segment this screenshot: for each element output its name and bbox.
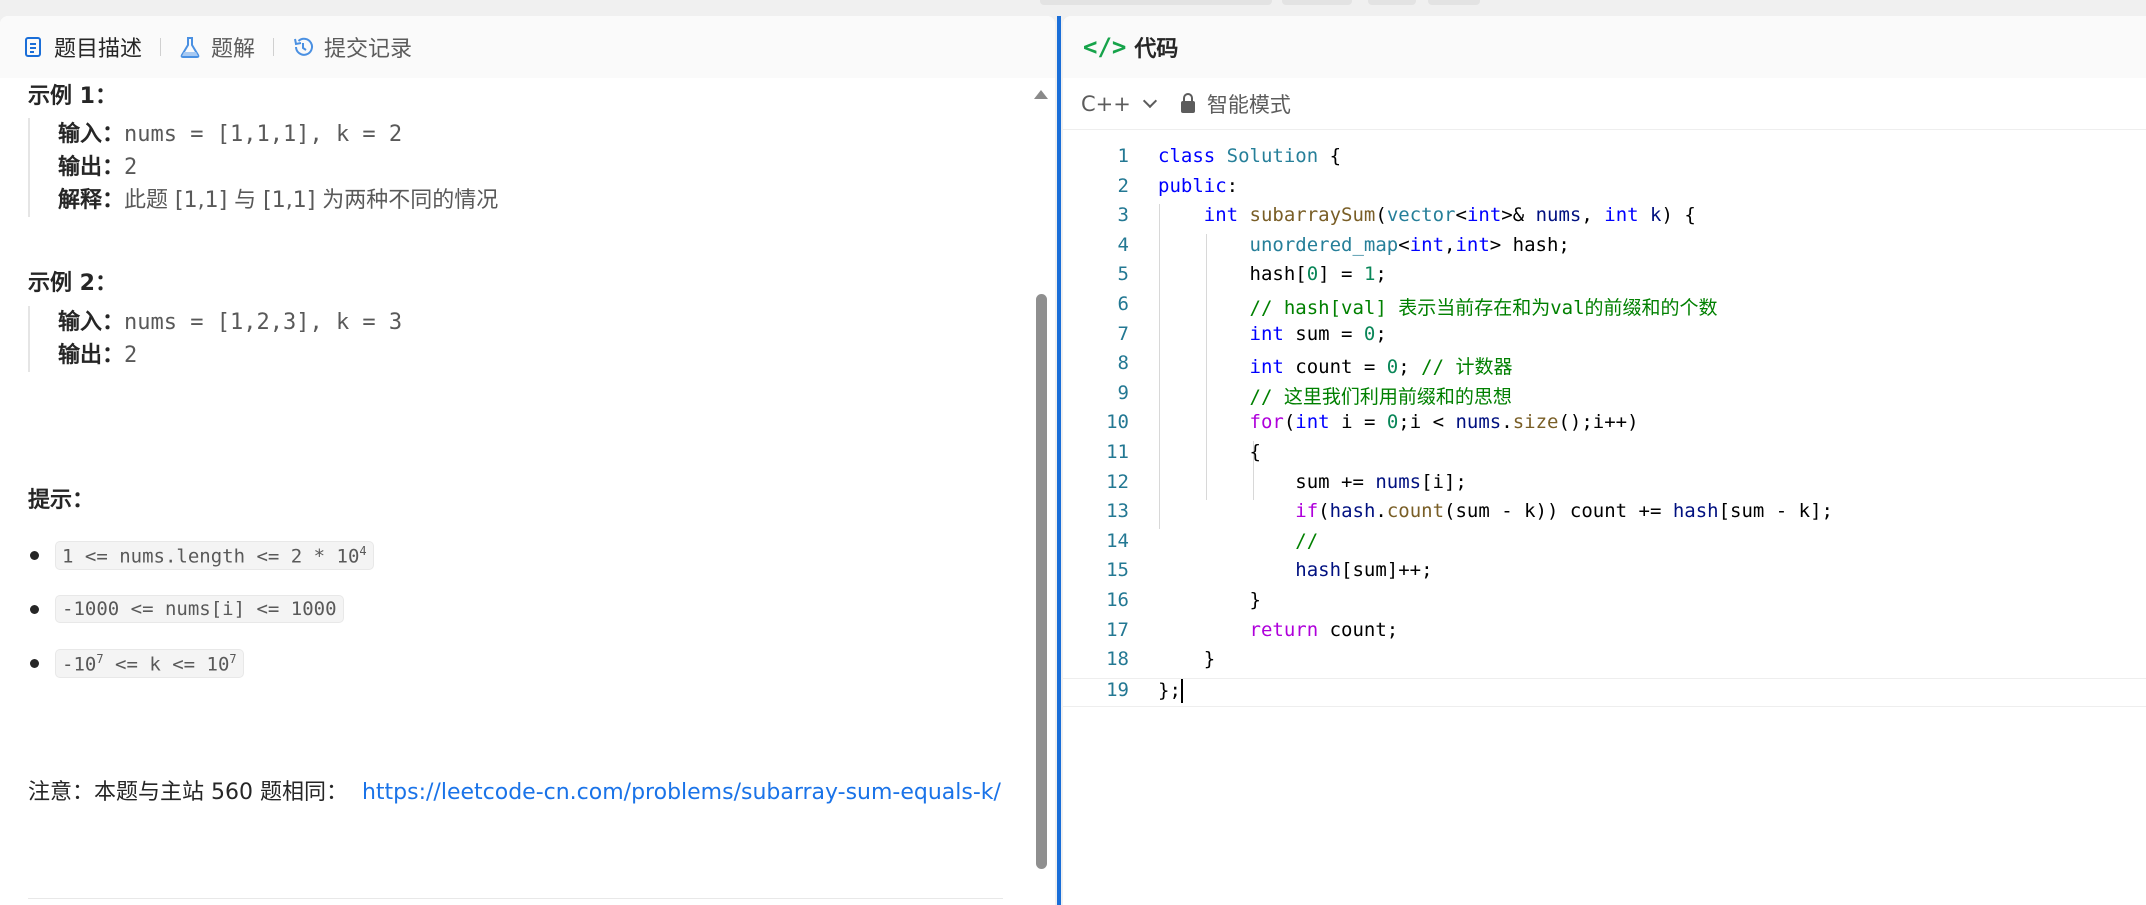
example-2-input-label: 输入： <box>58 310 125 335</box>
flask-icon <box>179 36 201 58</box>
tab-solutions-label: 题解 <box>211 36 256 62</box>
tip-code: -107 <= k <= 107 <box>55 649 244 679</box>
code-line: 1 class Solution { <box>1117 145 1342 167</box>
scrollbar-thumb[interactable] <box>1036 294 1047 869</box>
problem-tabs: 题目描述 题解 提交记录 <box>0 16 1055 78</box>
code-line: 12 sum += nums[i]; <box>1106 470 1467 493</box>
code-line: 17 return count; <box>1106 618 1399 641</box>
example-2-output-label: 输出： <box>58 343 125 368</box>
tips-title: 提示： <box>28 488 95 513</box>
tab-submissions[interactable]: 提交记录 <box>292 31 412 63</box>
code-line: 9 // 这里我们利用前缀和的思想 <box>1117 381 1512 408</box>
bullet-dot <box>30 551 39 561</box>
code-line: 3 int subarraySum(vector<int>& nums, int… <box>1117 204 1696 227</box>
tip-code: -1000 <= nums[i] <= 1000 <box>55 595 344 623</box>
code-line: 5 hash[0] = 1; <box>1117 263 1387 286</box>
code-editor[interactable]: 1 class Solution { 2 public: 3 int subarra… <box>1063 145 2146 905</box>
code-line: 4 unordered_map<int,int> hash; <box>1117 233 1570 256</box>
panel-splitter[interactable] <box>1057 16 1061 905</box>
lock-icon <box>1180 92 1195 113</box>
example-1-input-label: 输入： <box>58 122 125 147</box>
problem-link[interactable]: https://leetcode-cn.com/problems/subarra… <box>362 780 1001 805</box>
scroll-up-arrow[interactable] <box>1034 90 1048 99</box>
tip-code: 1 <= nums.length <= 2 * 104 <box>55 541 374 571</box>
tab-divider <box>273 37 275 56</box>
code-line: 2 public: <box>1117 174 1239 197</box>
code-line: 6 // hash[val] 表示当前存在和为val的前缀和的个数 <box>1117 293 1718 319</box>
document-icon <box>22 36 44 58</box>
editor-toolbar: C++ 智能模式 <box>1063 78 2146 130</box>
bullet-dot <box>30 604 39 614</box>
code-line: 16 } <box>1106 589 1261 611</box>
code-panel: </> 代码 C++ 智能模式 1 class Solution { 2 publi… <box>1063 16 2146 905</box>
tab-description-label: 题目描述 <box>54 36 143 62</box>
chevron-down-icon <box>1142 93 1157 108</box>
problem-panel: 题目描述 题解 提交记录 示例 1： 输入：nums = [1,1,1], k … <box>0 16 1055 905</box>
tip-item: 1 <= nums.length <= 2 * 104 <box>30 541 374 571</box>
code-line: 18 } <box>1106 648 1216 671</box>
top-toolbar-segment <box>1282 0 1352 5</box>
tab-divider <box>160 37 162 56</box>
example-1-input-value: nums = [1,1,1], k = 2 <box>124 122 403 147</box>
history-icon <box>292 36 314 58</box>
code-line: 14 // <box>1106 529 1319 552</box>
example-1-block: 输入：nums = [1,1,1], k = 2 输出：2 解释：此题 [1,1… <box>28 118 498 217</box>
code-icon: </> <box>1083 33 1127 61</box>
top-toolbar-segment <box>1040 0 1272 5</box>
divider <box>28 898 1003 899</box>
tip-item: -1000 <= nums[i] <= 1000 <box>30 595 344 623</box>
example-1-output-value: 2 <box>124 155 138 180</box>
language-label: C++ <box>1081 91 1131 116</box>
code-line: 8 int count = 0; // 计数器 <box>1117 352 1513 379</box>
tab-submissions-label: 提交记录 <box>324 36 413 62</box>
code-line: 15 hash[sum]++; <box>1106 559 1433 582</box>
tip-item: -107 <= k <= 107 <box>30 649 244 679</box>
code-line: 10 for(int i = 0;i < nums.size();i++) <box>1106 411 1639 434</box>
mode-label: 智能模式 <box>1206 92 1291 117</box>
code-line: 11 { <box>1106 441 1261 463</box>
note-label: 注意：本题与主站 560 题相同： <box>28 780 348 805</box>
example-1-explain-label: 解释： <box>58 188 125 213</box>
code-line: 13 if(hash.count(sum - k)) count += hash… <box>1106 500 1833 523</box>
code-line: 7 int sum = 0; <box>1117 322 1387 345</box>
language-select[interactable]: C++ <box>1081 91 1157 116</box>
tab-description[interactable]: 题目描述 <box>22 31 142 63</box>
example-1-explain-value: 此题 [1,1] 与 [1,1] 为两种不同的情况 <box>124 188 499 213</box>
code-panel-title: 代码 <box>1134 37 1179 62</box>
example-2-title: 示例 2： <box>28 271 117 296</box>
top-toolbar-segment <box>1428 0 1480 5</box>
text-caret <box>1180 678 1183 703</box>
smart-mode-toggle[interactable]: 智能模式 <box>1180 89 1291 119</box>
tab-solutions[interactable]: 题解 <box>179 31 255 63</box>
example-1-output-label: 输出： <box>58 155 125 180</box>
example-2-output-value: 2 <box>124 343 138 368</box>
example-2-block: 输入：nums = [1,2,3], k = 3 输出：2 <box>28 306 402 372</box>
note-text: 注意：本题与主站 560 题相同： https://leetcode-cn.com… <box>28 774 1001 806</box>
code-line-current: 19}; <box>1063 677 2146 708</box>
code-panel-header: </> 代码 <box>1063 16 2146 78</box>
top-toolbar-segment <box>1368 0 1416 5</box>
example-1-title: 示例 1： <box>28 84 117 109</box>
window-top-strip <box>0 0 2146 16</box>
bullet-dot <box>30 659 39 669</box>
problem-description: 示例 1： 输入：nums = [1,1,1], k = 2 输出：2 解释：此… <box>0 78 1040 905</box>
example-2-input-value: nums = [1,2,3], k = 3 <box>124 310 403 335</box>
